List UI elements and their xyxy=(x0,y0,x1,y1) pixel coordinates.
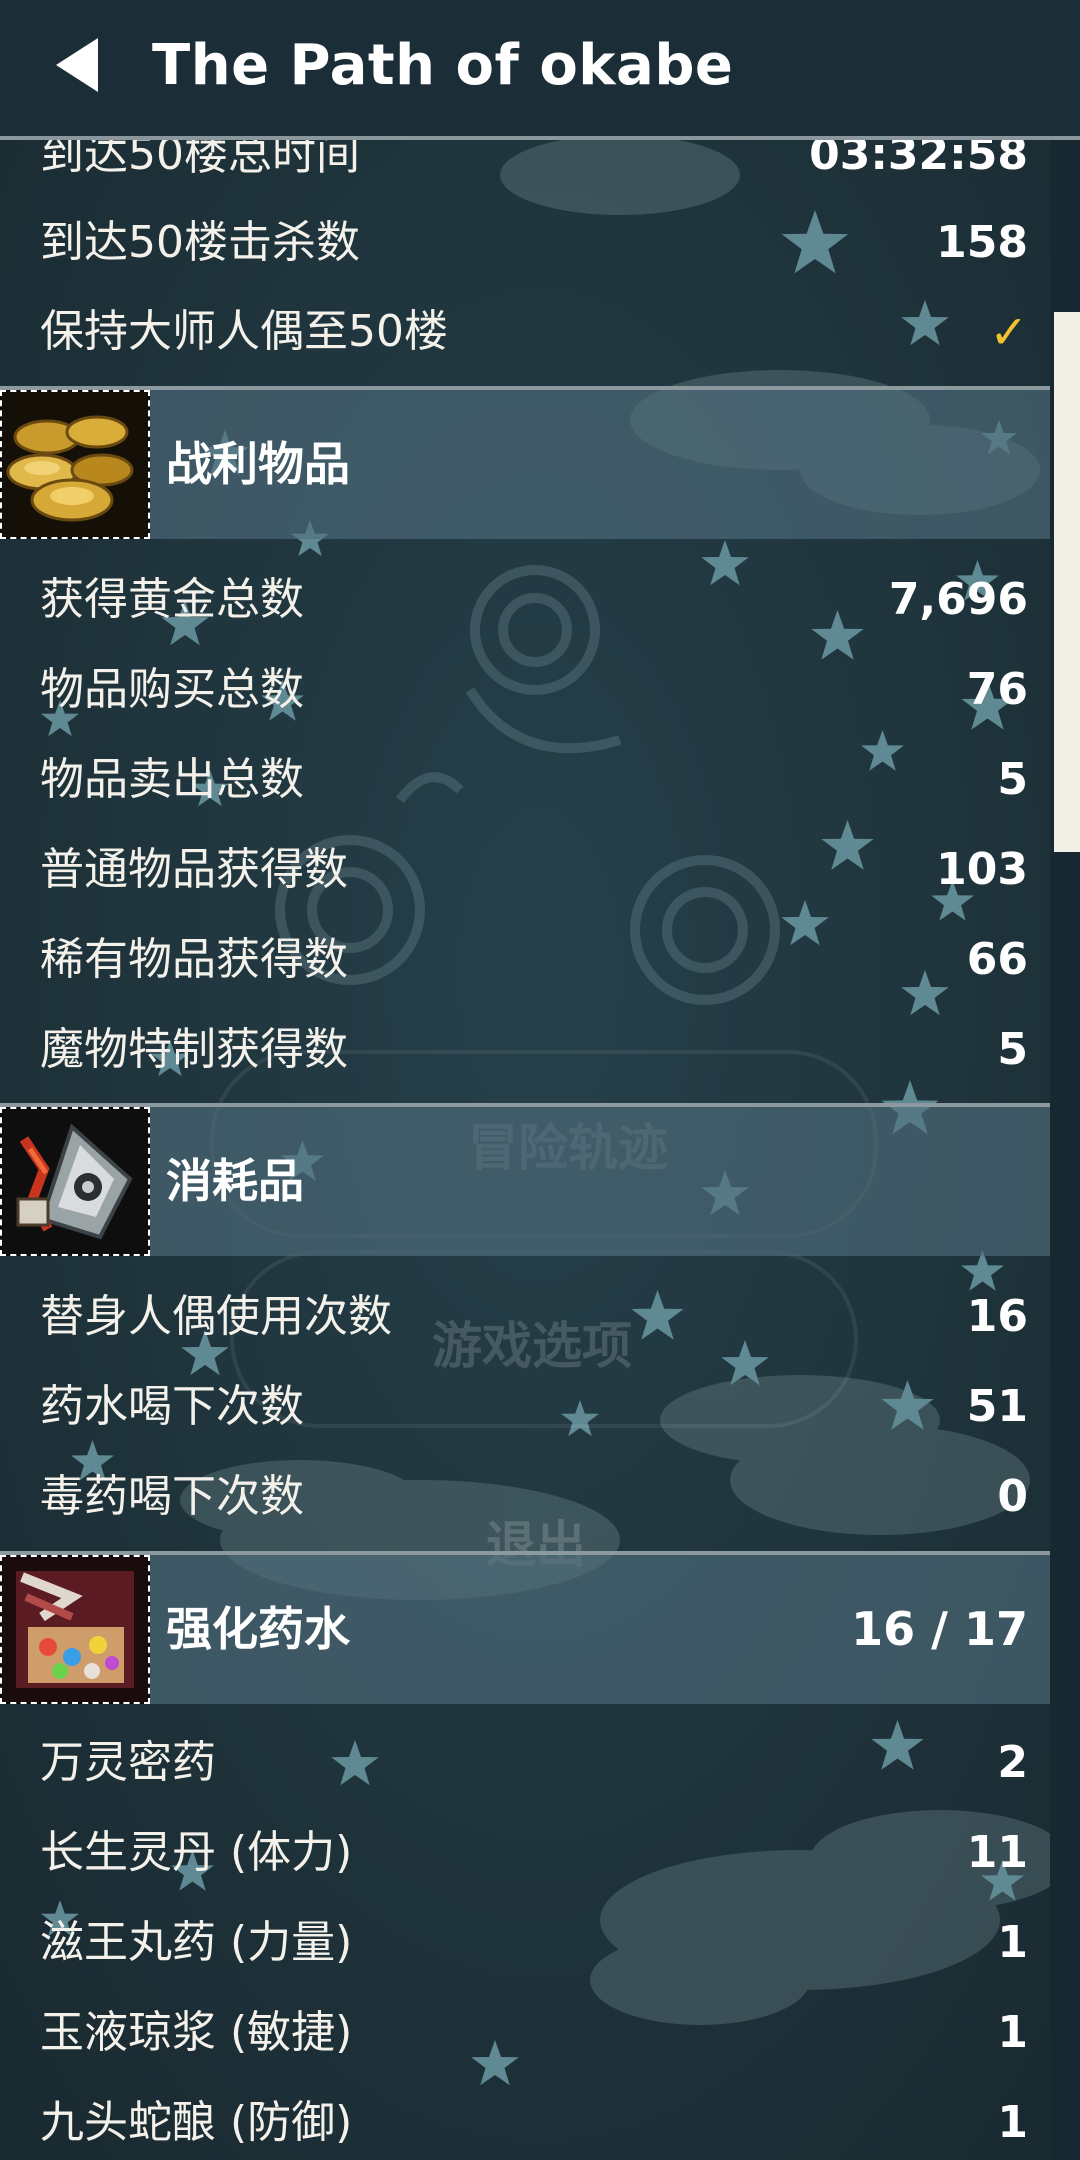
stat-value: 103 xyxy=(936,844,1028,895)
stat-value: 66 xyxy=(966,934,1028,985)
stat-label: 物品购买总数 xyxy=(40,664,304,715)
stat-label: 获得黄金总数 xyxy=(40,574,304,625)
stat-label: 保持大师人偶至50楼 xyxy=(40,306,448,357)
stat-label: 普通物品获得数 xyxy=(40,844,348,895)
page-title: The Path of okabe xyxy=(152,33,734,98)
stat-row: 药水喝下次数 51 xyxy=(0,1362,1050,1452)
section-header-potions: 强化药水 16 / 17 xyxy=(0,1551,1050,1704)
stat-row: 物品卖出总数 5 xyxy=(0,735,1050,825)
stat-row: 魔物特制获得数 5 xyxy=(0,1005,1050,1095)
stat-label: 万灵密药 xyxy=(40,1737,216,1788)
stat-row: 保持大师人偶至50楼 ✓ xyxy=(0,287,1050,377)
stat-value: 16 xyxy=(966,1291,1028,1342)
stat-value: 158 xyxy=(936,217,1028,268)
consumables-icon xyxy=(0,1107,150,1256)
stat-label: 物品卖出总数 xyxy=(40,754,304,805)
stat-value: 5 xyxy=(997,1024,1028,1075)
enhancement-potions-icon xyxy=(0,1555,150,1704)
back-button[interactable] xyxy=(48,30,108,100)
stat-row: 滋王丸药 (力量) 1 xyxy=(0,1898,1050,1988)
stats-list[interactable]: 到达50楼总时间 03:32:58 到达50楼击杀数 158 保持大师人偶至50… xyxy=(0,0,1050,2160)
scrollbar[interactable] xyxy=(1050,140,1080,2160)
stat-value: 1 xyxy=(997,2007,1028,2058)
stat-label: 药水喝下次数 xyxy=(40,1381,304,1432)
section-title: 强化药水 xyxy=(166,1602,350,1656)
stat-row: 到达50楼击杀数 158 xyxy=(0,198,1050,288)
stat-value: 0 xyxy=(997,1471,1028,1522)
stat-label: 滋王丸药 (力量) xyxy=(40,1917,353,1968)
stat-label: 九头蛇酿 (防御) xyxy=(40,2097,353,2148)
section-title: 战利物品 xyxy=(166,437,350,491)
checkmark-icon: ✓ xyxy=(989,305,1028,359)
section-title: 消耗品 xyxy=(166,1154,304,1208)
section-header-loot: 战利物品 xyxy=(0,386,1050,539)
stat-label: 毒药喝下次数 xyxy=(40,1471,304,1522)
stat-row: 稀有物品获得数 66 xyxy=(0,915,1050,1005)
stat-value: 1 xyxy=(997,1917,1028,1968)
stat-row: 长生灵丹 (体力) 11 xyxy=(0,1808,1050,1898)
header-bar: The Path of okabe xyxy=(0,0,1080,140)
stat-value: 11 xyxy=(966,1827,1028,1878)
scrollbar-thumb[interactable] xyxy=(1054,312,1080,852)
stat-row: 普通物品获得数 103 xyxy=(0,825,1050,915)
stat-value: 5 xyxy=(997,754,1028,805)
stat-row: 九头蛇酿 (防御) 1 xyxy=(0,2078,1050,2160)
stat-row: 替身人偶使用次数 16 xyxy=(0,1272,1050,1362)
stat-value: 76 xyxy=(966,664,1028,715)
stat-label: 长生灵丹 (体力) xyxy=(40,1827,353,1878)
stat-row: 玉液琼浆 (敏捷) 1 xyxy=(0,1988,1050,2078)
section-count: 16 / 17 xyxy=(851,1602,1028,1656)
stat-row: 获得黄金总数 7,696 xyxy=(0,555,1050,645)
stat-value: 2 xyxy=(997,1737,1028,1788)
back-arrow-icon xyxy=(56,38,98,92)
section-header-consumables: 消耗品 xyxy=(0,1103,1050,1256)
stat-label: 到达50楼击杀数 xyxy=(40,217,360,268)
stat-row: 万灵密药 2 xyxy=(0,1718,1050,1808)
stat-label: 稀有物品获得数 xyxy=(40,934,348,985)
stat-row: 毒药喝下次数 0 xyxy=(0,1452,1050,1542)
stat-value: 1 xyxy=(997,2097,1028,2148)
stat-value: 51 xyxy=(966,1381,1028,1432)
stat-label: 魔物特制获得数 xyxy=(40,1024,348,1075)
stat-value: 7,696 xyxy=(888,574,1028,625)
stat-label: 玉液琼浆 (敏捷) xyxy=(40,2007,353,2058)
stat-row: 物品购买总数 76 xyxy=(0,645,1050,735)
stat-label: 替身人偶使用次数 xyxy=(40,1291,392,1342)
gold-coins-icon xyxy=(0,390,150,539)
